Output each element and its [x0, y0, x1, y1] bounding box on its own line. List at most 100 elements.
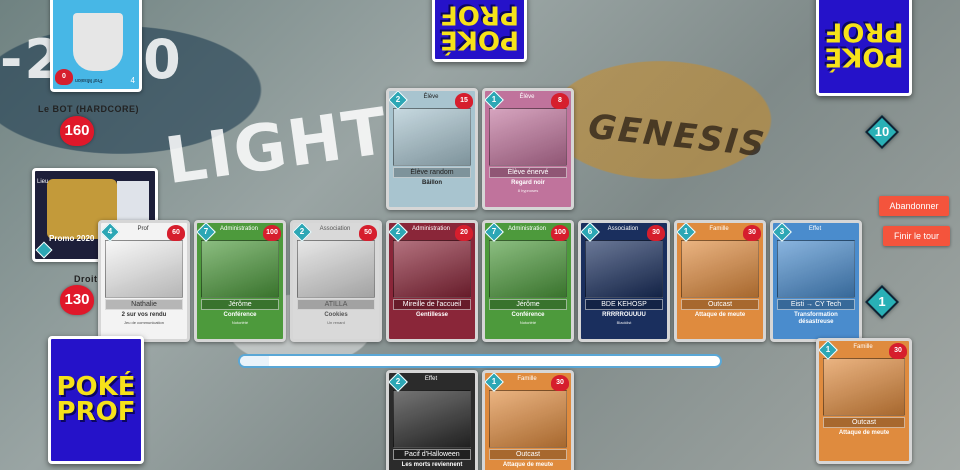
selected-card[interactable]: Famille Outcast Attaque de meute 1 30 [816, 338, 912, 464]
opponent-hp-heart: 160 [60, 116, 94, 146]
opponent-board-card[interactable]: Élève Élève random Bâillon 2 15 [386, 88, 478, 210]
player-board-card[interactable]: Administration Jérôme Conférence Notoriété 7… [194, 220, 286, 342]
card-type-label: Famille [709, 226, 729, 232]
card-type-label: Élève [519, 94, 535, 100]
card-cost-gem: 4 [101, 223, 120, 242]
card-type-label: Administration [219, 226, 258, 232]
card-description: Notoriété [519, 320, 537, 325]
card-art [489, 390, 567, 448]
card-cost-value: 2 [395, 227, 401, 236]
card-cost-gem: 3 [773, 223, 792, 242]
surrender-button[interactable]: Abandonner [879, 196, 949, 216]
card-cost-value: 1 [491, 95, 497, 104]
card-cost-gem: 1 [485, 373, 504, 392]
card-cost-gem: 1 [485, 91, 504, 110]
card-cost-value: 3 [779, 227, 785, 236]
card-hp-heart: 30 [551, 375, 569, 391]
card-hp-heart: 30 [889, 343, 907, 359]
card-cost-gem: 2 [389, 91, 408, 110]
card-name: Pacif d'Halloween [393, 449, 471, 460]
opponent-hero-portrait [73, 13, 123, 71]
player-board-card[interactable]: Administration Jérôme Conférence Notoriété 7… [482, 220, 574, 342]
player-hero-label: Lieu [37, 179, 49, 185]
card-cost-value: 6 [587, 227, 593, 236]
card-art [201, 240, 279, 298]
card-description: Blacklist [616, 320, 632, 325]
card-cost-value: 2 [299, 227, 305, 236]
card-art [823, 358, 905, 416]
card-cost-gem: 7 [485, 223, 504, 242]
card-ability: Attaque de meute [502, 462, 554, 468]
card-description: Un renard [327, 320, 345, 325]
card-cost-gem: 2 [389, 373, 408, 392]
opponent-draw-pile-label: POKÉ PROF [824, 17, 904, 72]
card-cost-gem: 7 [197, 223, 216, 242]
player-board-card[interactable]: Prof Nathalie 2 sur vos rendu Jeu de commun… [98, 220, 190, 342]
card-art [777, 240, 855, 298]
opponent-name: Le BOT (HARDCORE) [38, 104, 139, 114]
hand-card[interactable]: Famille Outcast Attaque de meute 1 30 [482, 370, 574, 470]
card-ability: Transformation désastreuse [794, 312, 838, 325]
game-board: LIGHT GENESIS -2020 0 4 Prof Mission POK… [0, 0, 960, 470]
card-hp-heart: 100 [551, 225, 569, 241]
card-hp-heart: 30 [647, 225, 665, 241]
card-ability: Cookies [324, 312, 348, 318]
card-ability: Bâillon [421, 180, 442, 186]
opponent-draw-pile[interactable]: POKÉ PROF [816, 0, 912, 96]
card-ability: RRRRROUUUU [602, 312, 646, 318]
card-art [393, 240, 471, 298]
card-description: Notoriété [231, 320, 249, 325]
player-hero-name: Promo 2020 [49, 234, 95, 243]
player-board-card[interactable]: Effet Eisti → CY Tech Transformation désas… [770, 220, 862, 342]
card-hp-heart: 100 [263, 225, 281, 241]
card-name: Élève random [393, 167, 471, 178]
card-name: Élève énervé [489, 167, 567, 178]
card-cost-value: 1 [683, 227, 689, 236]
card-ability: 2 sur vos rendu [121, 312, 167, 318]
player-draw-pile[interactable]: POKÉ PROF [48, 336, 144, 464]
card-cost-value: 2 [395, 377, 401, 386]
hand-card[interactable]: Effet Pacif d'Halloween Les morts revienne… [386, 370, 478, 470]
card-ability: Gentillesse [415, 312, 448, 318]
card-hp-heart: 8 [551, 93, 569, 109]
player-board-card[interactable]: Association BDE KEHOSP RRRRROUUUU Blacklist… [578, 220, 670, 342]
card-ability: Les morts reviennent [401, 462, 463, 468]
card-type-label: Administration [411, 226, 450, 232]
card-art [393, 108, 471, 166]
end-turn-button[interactable]: Finir le tour [883, 226, 950, 246]
opponent-hero-cost: 4 [130, 76, 135, 85]
card-ability: Conférence [511, 312, 545, 318]
card-ability: Attaque de meute [838, 430, 890, 436]
opponent-played-deck: POKÉ PROF [432, 0, 527, 62]
card-cost-gem: 2 [389, 223, 408, 242]
opponent-mana-value: 10 [874, 124, 890, 139]
background-light-text: LIGHT [160, 94, 394, 200]
card-name: Outcast [823, 417, 905, 428]
opponent-board-card[interactable]: Élève Élève énervé Regard noir 8 hypnoses 1 8 [482, 88, 574, 210]
player-board-card[interactable]: Administration Mireille de l'accueil Genti… [386, 220, 478, 342]
card-type-label: Prof [137, 226, 149, 232]
player-hero-cost [35, 241, 53, 259]
card-hp-heart: 50 [359, 225, 377, 241]
card-name: Mireille de l'accueil [393, 299, 471, 310]
opponent-hero-card[interactable]: 0 4 Prof Mission [50, 0, 142, 92]
player-draw-pile-label: POKÉ PROF [56, 372, 136, 427]
card-description: 8 hypnoses [517, 188, 539, 193]
card-name: BDE KEHOSP [585, 299, 663, 310]
card-type-label: Famille [517, 376, 537, 382]
card-hp-heart: 60 [167, 225, 185, 241]
background-genesis-text: GENESIS [586, 106, 769, 166]
player-board-card[interactable]: Famille Outcast Attaque de meute 1 30 [674, 220, 766, 342]
card-type-label: Association [319, 226, 351, 232]
card-art [489, 240, 567, 298]
card-hp-heart: 20 [455, 225, 473, 241]
player-mana-diamond: 1 [865, 285, 899, 319]
player-board-card[interactable]: Association ATILLA Cookies Un renard 2 50 [290, 220, 382, 342]
card-name: Nathalie [105, 299, 183, 310]
card-cost-gem: 1 [819, 341, 838, 360]
player-hp-heart: 130 [60, 285, 94, 315]
turn-timer-bar [238, 354, 722, 368]
card-cost-value: 1 [825, 345, 831, 354]
card-name: Outcast [489, 449, 567, 460]
card-art [681, 240, 759, 298]
